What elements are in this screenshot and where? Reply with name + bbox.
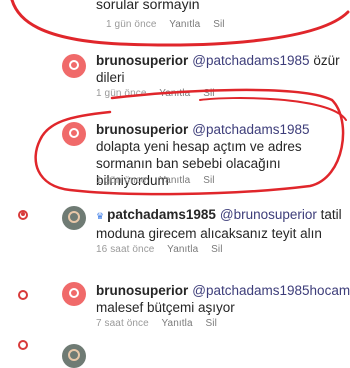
- comment-username[interactable]: patchadams1985: [107, 207, 216, 222]
- comment-time: 1 gün önce: [96, 88, 147, 99]
- delete-button[interactable]: Sil: [206, 318, 217, 329]
- comment-meta: 7 saat önce Yanıtla Sil: [96, 318, 227, 329]
- comment-meta: 1 gün önce Yanıtla Sil: [106, 19, 235, 30]
- annotation-marker-icon: [18, 340, 28, 350]
- reply-button[interactable]: Yanıtla: [162, 318, 193, 329]
- comment-time: 1 gün önce: [96, 175, 147, 186]
- comment-mention[interactable]: @patchadams1985hocam: [192, 283, 350, 298]
- comment-username[interactable]: brunosuperior: [96, 283, 188, 298]
- reply-button[interactable]: Yanıtla: [169, 19, 200, 30]
- comment-time: 16 saat önce: [96, 244, 155, 255]
- comment-text: ♛ patchadams1985 @brunosuperior tatil modu…: [96, 207, 342, 241]
- verified-icon: ♛: [96, 211, 105, 221]
- avatar[interactable]: [62, 206, 86, 230]
- comment-time: 7 saat önce: [96, 318, 149, 329]
- reply-button[interactable]: Yanıtla: [167, 244, 198, 255]
- comment-username[interactable]: brunosuperior: [96, 53, 188, 68]
- comment-text: sorular sormayin: [96, 0, 200, 12]
- annotation-marker-icon: [18, 290, 28, 300]
- comment-text: brunosuperior @patchadams1985hocam malese…: [96, 283, 350, 315]
- delete-button[interactable]: Sil: [203, 175, 214, 186]
- reply-button[interactable]: Yanıtla: [159, 88, 190, 99]
- reply-button[interactable]: Yanıtla: [159, 175, 190, 186]
- comment-mention[interactable]: @brunosuperior: [220, 207, 317, 222]
- comment-time: 1 gün önce: [106, 19, 157, 30]
- delete-button[interactable]: Sil: [213, 19, 224, 30]
- delete-button[interactable]: Sil: [211, 244, 222, 255]
- avatar[interactable]: [62, 282, 86, 306]
- comment-meta: 1 gün önce Yanıtla Sil: [96, 88, 225, 99]
- comment-username[interactable]: brunosuperior: [96, 122, 188, 137]
- avatar[interactable]: [62, 54, 86, 78]
- comment-meta: 16 saat önce Yanıtla Sil: [96, 244, 233, 255]
- avatar[interactable]: [62, 344, 86, 368]
- comment-mention[interactable]: @patchadams1985: [192, 53, 309, 68]
- delete-button[interactable]: Sil: [203, 88, 214, 99]
- annotation-marker-icon: [18, 210, 28, 220]
- avatar[interactable]: [62, 122, 86, 146]
- comment-mention[interactable]: @patchadams1985: [192, 122, 309, 137]
- comment-meta: 1 gün önce Yanıtla Sil: [96, 175, 225, 186]
- comment-text: brunosuperior @patchadams1985 özür dileri: [96, 53, 340, 85]
